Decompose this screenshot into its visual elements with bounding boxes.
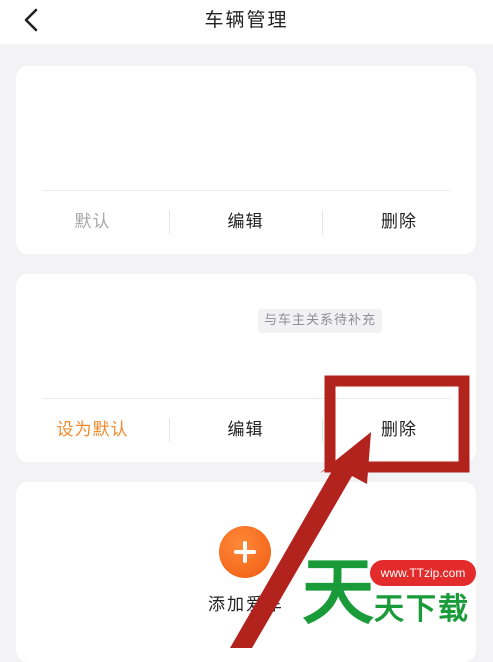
card-divider xyxy=(42,190,450,191)
delete-button[interactable]: 删除 xyxy=(322,408,476,452)
edit-button[interactable]: 编辑 xyxy=(169,200,322,244)
watermark-url: www.TTzip.com xyxy=(370,560,476,586)
card-divider xyxy=(42,398,450,399)
vehicle-card[interactable]: 默认 编辑 删除 xyxy=(16,66,476,254)
vehicle-actions: 默认 编辑 删除 xyxy=(16,200,476,244)
top-bar: 车辆管理 xyxy=(0,0,493,44)
plus-icon[interactable] xyxy=(219,526,271,578)
relationship-remark: 与车主关系待补充 xyxy=(258,309,383,333)
watermark-text: 天下载 xyxy=(374,592,470,627)
delete-button[interactable]: 删除 xyxy=(322,200,476,244)
edit-button[interactable]: 编辑 xyxy=(169,408,322,452)
vehicle-actions: 设为默认 编辑 删除 xyxy=(16,408,476,452)
default-status-label: 默认 xyxy=(74,212,111,232)
vehicle-card[interactable]: 与车主关系待补充 设为默认 编辑 删除 xyxy=(16,274,476,462)
page-title: 车辆管理 xyxy=(204,9,289,31)
set-default-button[interactable]: 设为默认 xyxy=(16,408,169,452)
site-watermark: 天 www.TTzip.com 天下载 xyxy=(300,554,490,644)
watermark-logo: 天 xyxy=(302,550,375,634)
